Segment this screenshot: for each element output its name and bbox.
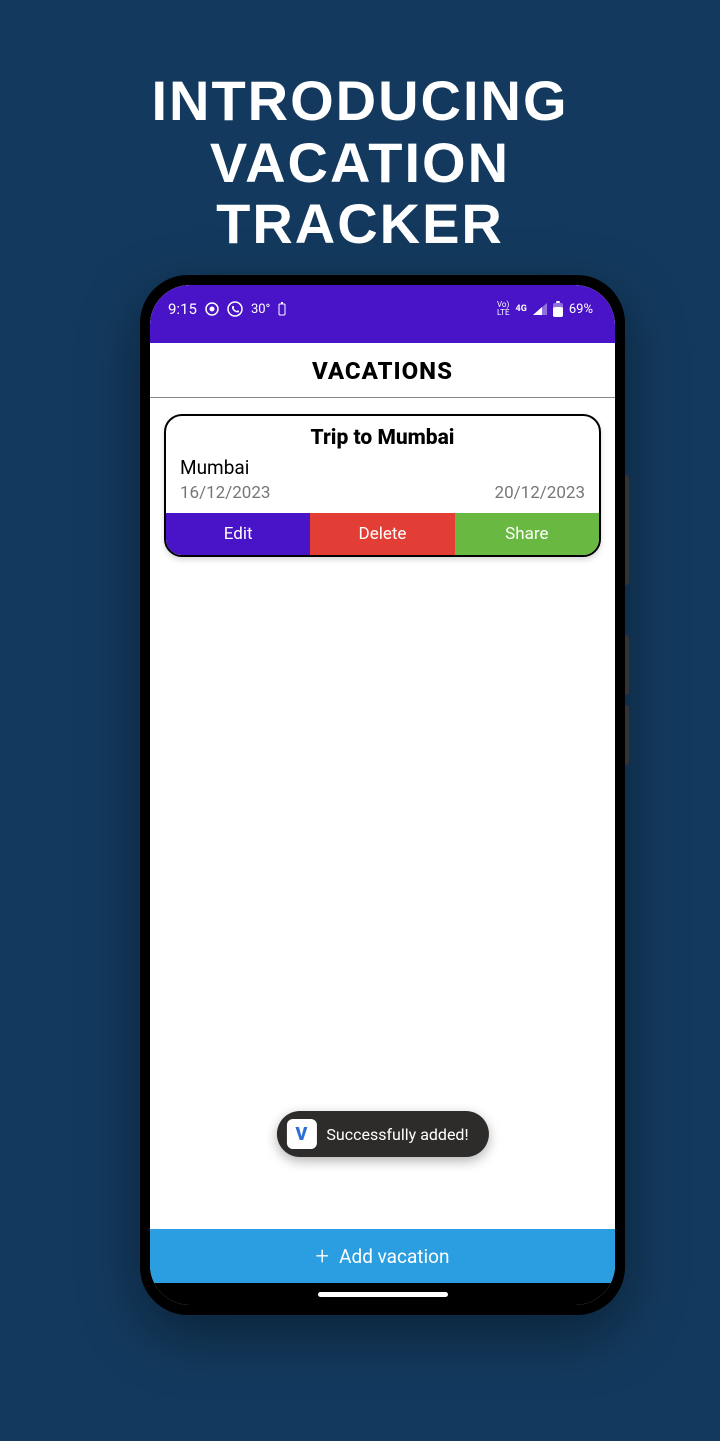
- vacation-card-title: Trip to Mumbai: [166, 416, 599, 456]
- phone-side-button: [625, 635, 629, 695]
- delete-button[interactable]: Delete: [310, 513, 454, 555]
- edit-button[interactable]: Edit: [166, 513, 310, 555]
- toast-app-icon: V: [286, 1119, 316, 1149]
- add-vacation-button[interactable]: + Add vacation: [150, 1229, 615, 1283]
- status-temp: 30°: [251, 302, 270, 317]
- add-vacation-label: Add vacation: [339, 1245, 449, 1268]
- phone-side-button: [625, 475, 629, 585]
- phone-side-button: [625, 705, 629, 765]
- system-nav-bar[interactable]: [150, 1283, 615, 1305]
- whatsapp-icon: [227, 301, 243, 317]
- promo-title: Introducing Vacation Tracker: [0, 0, 720, 255]
- battery-percent: 69%: [569, 302, 593, 317]
- page-title: VACATIONS: [150, 357, 615, 385]
- battery-icon: [553, 301, 563, 317]
- share-button[interactable]: Share: [455, 513, 599, 555]
- toast-message: Successfully added!: [326, 1125, 468, 1144]
- record-icon: [205, 302, 219, 316]
- vacation-card[interactable]: Trip to Mumbai Mumbai 16/12/2023 20/12/2…: [164, 414, 601, 557]
- vacation-dates: 16/12/2023 20/12/2023: [180, 483, 585, 503]
- signal-icon: [533, 303, 547, 315]
- phone-screen: 9:15 30° Vo) LTE 4G: [150, 285, 615, 1305]
- volte-icon: Vo) LTE: [497, 301, 510, 317]
- nav-pill: [318, 1292, 448, 1297]
- plus-icon: +: [316, 1244, 330, 1268]
- network-4g-label: 4G: [516, 304, 527, 314]
- vacation-card-actions: Edit Delete Share: [166, 513, 599, 555]
- battery-small-icon: [278, 302, 286, 316]
- app-bar: [150, 333, 615, 343]
- promo-title-line1: Introducing Vacation: [40, 70, 680, 193]
- vacation-end-date: 20/12/2023: [495, 483, 585, 503]
- vacation-start-date: 16/12/2023: [180, 483, 270, 503]
- vacation-location: Mumbai: [180, 456, 585, 479]
- page-title-bar: VACATIONS: [150, 343, 615, 398]
- status-time: 9:15: [168, 300, 197, 318]
- status-bar: 9:15 30° Vo) LTE 4G: [150, 285, 615, 333]
- status-left: 9:15 30°: [168, 300, 286, 318]
- phone-frame: 9:15 30° Vo) LTE 4G: [140, 275, 625, 1315]
- toast-notification: V Successfully added!: [276, 1111, 488, 1157]
- content-area: Trip to Mumbai Mumbai 16/12/2023 20/12/2…: [150, 398, 615, 1229]
- status-right: Vo) LTE 4G 69%: [497, 301, 593, 317]
- promo-title-line2: Tracker: [40, 193, 680, 255]
- vacation-card-body: Mumbai 16/12/2023 20/12/2023: [166, 456, 599, 513]
